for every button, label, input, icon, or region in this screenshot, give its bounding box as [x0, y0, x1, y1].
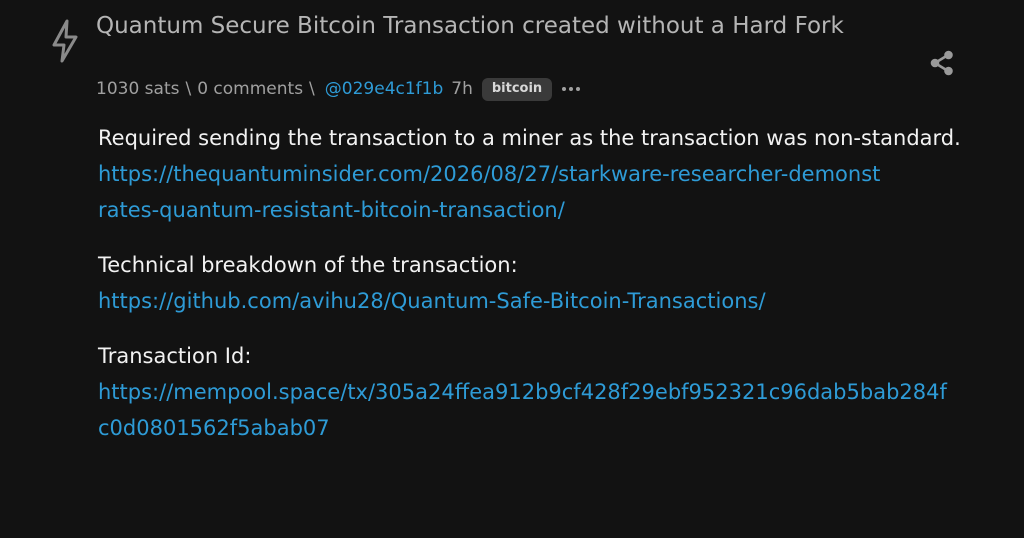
comments-count[interactable]: 0 comments [197, 79, 303, 99]
meta-separator: \ [185, 79, 192, 99]
author-link[interactable]: @029e4c1f1b [325, 79, 443, 99]
github-link[interactable]: https://github.com/avihu28/Quantum-Safe-… [98, 289, 766, 313]
more-options-icon[interactable] [562, 79, 581, 99]
article-link[interactable]: https://thequantuminsider.com/2026/08/27… [98, 156, 888, 228]
post-body: Required sending the transaction to a mi… [98, 120, 978, 465]
lightning-bolt-icon[interactable] [50, 19, 80, 63]
mempool-link[interactable]: https://mempool.space/tx/305a24ffea912b9… [98, 374, 958, 446]
body-paragraph: Required sending the transaction to a mi… [98, 120, 978, 228]
body-text: Transaction Id: [98, 344, 252, 368]
post-meta: 1030 sats \ 0 comments \ @029e4c1f1b 7h … [96, 76, 581, 102]
post-time[interactable]: 7h [451, 79, 473, 99]
sats-count[interactable]: 1030 sats [96, 79, 179, 99]
body-paragraph: Transaction Id: https://mempool.space/tx… [98, 338, 978, 446]
body-paragraph: Technical breakdown of the transaction: … [98, 247, 978, 319]
meta-separator: \ [309, 79, 315, 99]
post-item: Quantum Secure Bitcoin Transaction creat… [0, 0, 1024, 538]
body-text: Required sending the transaction to a mi… [98, 126, 961, 150]
share-icon[interactable] [929, 50, 955, 76]
body-text: Technical breakdown of the transaction: [98, 253, 518, 277]
post-title[interactable]: Quantum Secure Bitcoin Transaction creat… [96, 12, 896, 40]
sub-tag-badge[interactable]: bitcoin [481, 77, 553, 101]
